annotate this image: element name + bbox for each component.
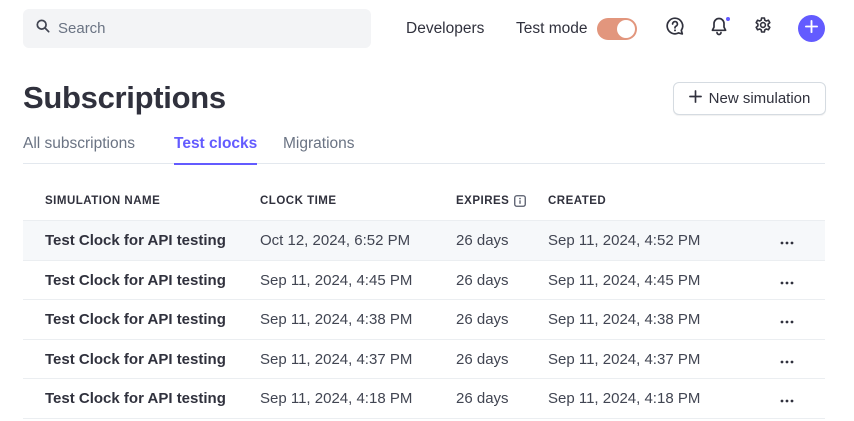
cell-expires: 26 days — [456, 271, 509, 289]
cell-simulation-name: Test Clock for API testing — [45, 390, 226, 408]
table-row[interactable]: Test Clock for API testing Oct 12, 2024,… — [23, 221, 825, 261]
test-mode-label: Test mode — [516, 19, 588, 37]
cell-clock-time: Oct 12, 2024, 6:52 PM — [260, 232, 411, 249]
test-clocks-table: SIMULATION NAME CLOCK TIME EXPIRES CREAT… — [23, 181, 825, 419]
table-row[interactable]: Test Clock for API testing Sep 11, 2024,… — [23, 261, 825, 301]
table-row[interactable]: Test Clock for API testing Sep 11, 2024,… — [23, 379, 825, 419]
more-horizontal-icon — [780, 232, 794, 250]
plus-icon — [688, 90, 702, 107]
cell-simulation-name: Test Clock for API testing — [45, 350, 226, 368]
tab-migrations[interactable]: Migrations — [283, 135, 355, 164]
tab-bar: All subscriptions Test clocks Migrations — [23, 135, 825, 165]
row-actions-button[interactable] — [777, 310, 797, 330]
row-actions-button[interactable] — [777, 271, 797, 291]
row-actions-button[interactable] — [777, 231, 797, 251]
cell-created: Sep 11, 2024, 4:45 PM — [548, 271, 701, 289]
cell-expires: 26 days — [456, 232, 509, 249]
cell-created: Sep 11, 2024, 4:52 PM — [548, 232, 701, 249]
search-input[interactable] — [58, 20, 348, 37]
cell-clock-time: Sep 11, 2024, 4:38 PM — [260, 311, 413, 329]
table-header: SIMULATION NAME CLOCK TIME EXPIRES CREAT… — [23, 181, 825, 221]
help-button[interactable] — [663, 16, 687, 40]
cell-simulation-name: Test Clock for API testing — [45, 271, 226, 289]
cell-clock-time: Sep 11, 2024, 4:37 PM — [260, 350, 413, 368]
cell-expires: 26 days — [456, 311, 509, 329]
gear-icon — [753, 16, 773, 41]
tab-test-clocks[interactable]: Test clocks — [174, 135, 258, 165]
column-header-expires-label: EXPIRES — [456, 195, 510, 207]
notifications-button[interactable] — [707, 16, 731, 40]
more-horizontal-icon — [780, 390, 794, 408]
search-icon — [36, 19, 50, 38]
column-header-expires[interactable]: EXPIRES — [456, 195, 527, 207]
developers-link[interactable]: Developers — [406, 9, 484, 48]
cell-expires: 26 days — [456, 390, 509, 408]
cell-created: Sep 11, 2024, 4:37 PM — [548, 350, 701, 368]
more-horizontal-icon — [780, 311, 794, 329]
cell-created: Sep 11, 2024, 4:18 PM — [548, 390, 701, 408]
new-simulation-label: New simulation — [708, 90, 811, 107]
settings-button[interactable] — [751, 16, 775, 40]
cell-clock-time: Sep 11, 2024, 4:45 PM — [260, 271, 413, 289]
column-header-clock-time[interactable]: CLOCK TIME — [260, 195, 337, 207]
page-title: Subscriptions — [23, 80, 226, 115]
cell-simulation-name: Test Clock for API testing — [45, 232, 226, 249]
more-horizontal-icon — [780, 351, 794, 369]
column-header-simulation-name[interactable]: SIMULATION NAME — [45, 195, 160, 207]
help-icon — [665, 16, 685, 41]
row-actions-button[interactable] — [777, 389, 797, 409]
column-header-created[interactable]: CREATED — [548, 195, 606, 207]
search-bar[interactable] — [23, 9, 371, 48]
cell-expires: 26 days — [456, 350, 509, 368]
info-icon[interactable] — [514, 195, 527, 207]
table-row[interactable]: Test Clock for API testing Sep 11, 2024,… — [23, 300, 825, 340]
test-mode-toggle[interactable] — [596, 17, 637, 40]
notification-dot — [725, 16, 731, 22]
new-simulation-button[interactable]: New simulation — [673, 82, 826, 115]
tab-all-subscriptions[interactable]: All subscriptions — [23, 135, 135, 164]
cell-simulation-name: Test Clock for API testing — [45, 311, 226, 329]
test-mode-control: Test mode — [516, 9, 637, 48]
cell-clock-time: Sep 11, 2024, 4:18 PM — [260, 390, 413, 408]
row-actions-button[interactable] — [777, 350, 797, 370]
cell-created: Sep 11, 2024, 4:38 PM — [548, 311, 701, 329]
more-horizontal-icon — [780, 272, 794, 290]
create-button[interactable] — [798, 15, 825, 42]
plus-icon — [805, 19, 818, 38]
table-row[interactable]: Test Clock for API testing Sep 11, 2024,… — [23, 340, 825, 380]
